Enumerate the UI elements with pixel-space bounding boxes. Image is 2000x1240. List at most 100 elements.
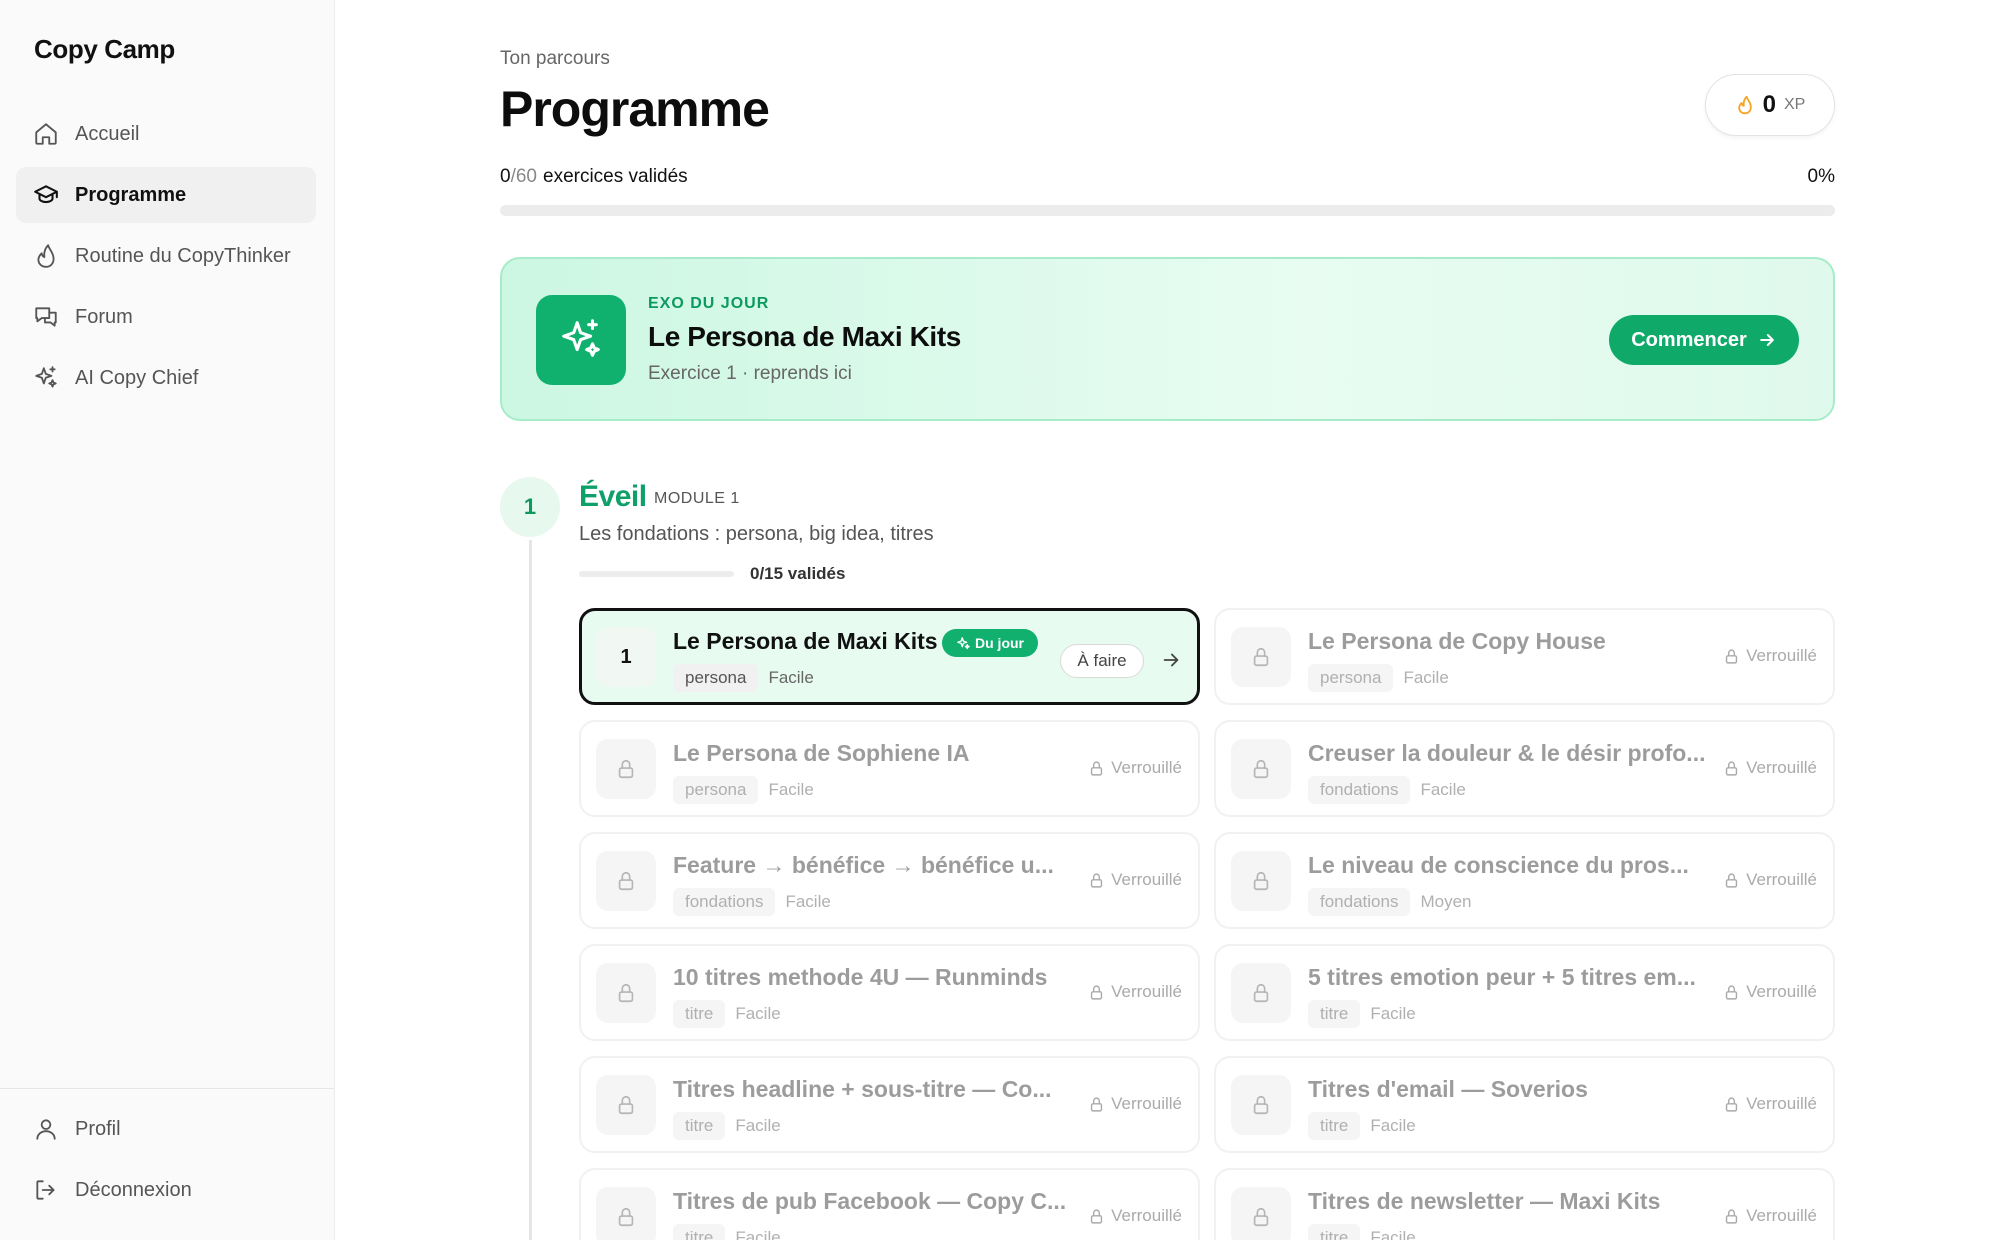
exercise-meta: titre Facile	[1308, 1112, 1416, 1140]
exercise-level: Facile	[1370, 1004, 1416, 1023]
exercise-tag: fondations	[1308, 776, 1411, 804]
daily-subtitle: Exercice 1 · reprends ici	[648, 363, 852, 384]
locked-status: Verrouillé	[1723, 1094, 1817, 1114]
sidebar-item-routine[interactable]: Routine du CopyThinker	[16, 228, 316, 284]
progress-percent: 0%	[1807, 166, 1835, 187]
daily-exercise-card[interactable]: EXO DU JOUR Le Persona de Maxi Kits Exer…	[500, 257, 1835, 421]
arrow-right-icon	[1759, 334, 1774, 346]
exercise-tag: persona	[673, 776, 759, 804]
exercise-title: Feature → bénéfice → bénéfice u...	[673, 852, 1054, 878]
lock-icon	[618, 983, 634, 1003]
sidebar-item-programme[interactable]: Programme	[16, 167, 316, 223]
lock-icon	[1090, 1096, 1103, 1112]
exercise-card: Le Persona de Sophiene IA persona Facile …	[579, 720, 1200, 817]
module-number: 1	[500, 477, 560, 537]
lock-icon	[618, 871, 634, 891]
module-count: 0/15 validés	[750, 564, 846, 583]
sidebar-item-label: Programme	[75, 183, 187, 206]
lock-icon	[1253, 871, 1269, 891]
sidebar-item-ai-copy-chief[interactable]: AI Copy Chief	[16, 350, 316, 406]
exercise-title: Le Persona de Maxi Kits	[673, 628, 938, 654]
exercise-level: Facile	[768, 780, 814, 799]
lock-tile	[596, 851, 656, 911]
exercise-tag: titre	[1308, 1112, 1361, 1140]
exercise-tag: titre	[1308, 1224, 1361, 1240]
lock-icon	[1725, 1208, 1738, 1224]
sidebar-item-label: AI Copy Chief	[75, 366, 199, 389]
lock-icon	[1253, 759, 1269, 779]
exercise-title: 5 titres emotion peur + 5 titres em...	[1308, 964, 1696, 990]
exercise-title: Titres d'email — Soverios	[1308, 1076, 1588, 1102]
chat-bubbles-icon	[35, 307, 57, 327]
brand-logo[interactable]: Copy Camp	[34, 34, 175, 65]
logout-icon	[36, 1180, 55, 1200]
exercise-grid: 1 Le Persona de Maxi Kits Du jour person…	[579, 608, 1835, 1240]
exercise-number: 1	[596, 627, 656, 687]
locked-status-label: Verrouillé	[1111, 982, 1182, 1001]
start-button[interactable]: Commencer	[1609, 315, 1799, 365]
locked-status-label: Verrouillé	[1746, 870, 1817, 889]
progress-done: 0	[500, 166, 511, 187]
lock-tile	[596, 1187, 656, 1240]
module-title: Éveil	[579, 480, 647, 513]
sidebar-item-accueil[interactable]: Accueil	[16, 106, 316, 162]
exercise-level: Facile	[735, 1116, 781, 1135]
exercise-card: Le Persona de Copy House persona Facile V…	[1214, 608, 1835, 705]
today-badge-label: Du jour	[975, 635, 1024, 651]
lock-icon	[1253, 647, 1269, 667]
exercise-meta: persona Facile	[673, 776, 814, 804]
lock-tile	[596, 1075, 656, 1135]
locked-status: Verrouillé	[1088, 870, 1182, 890]
lock-icon	[1725, 984, 1738, 1000]
sidebar-item-label: Routine du CopyThinker	[75, 244, 291, 267]
sidebar-item-profil[interactable]: Profil	[16, 1101, 318, 1157]
exercise-meta: persona Facile	[673, 664, 814, 692]
today-badge: Du jour	[942, 629, 1038, 657]
sidebar-footer: Profil Déconnexion	[0, 1088, 334, 1240]
page-title: Programme	[500, 81, 770, 137]
exercise-level: Facile	[735, 1228, 781, 1240]
user-icon	[36, 1119, 56, 1140]
sidebar-item-forum[interactable]: Forum	[16, 289, 316, 345]
module-tag: MODULE 1	[654, 490, 740, 507]
locked-status-label: Verrouillé	[1746, 982, 1817, 1001]
exercise-level: Facile	[1370, 1228, 1416, 1240]
exercise-title: Titres de newsletter — Maxi Kits	[1308, 1188, 1661, 1214]
sidebar-item-label: Forum	[75, 305, 133, 328]
sidebar: Copy Camp Accueil Programme Routine du C…	[0, 0, 335, 1240]
exercise-title: Titres de pub Facebook — Copy C...	[673, 1188, 1067, 1214]
lock-icon	[1725, 760, 1738, 776]
arrow-right-icon[interactable]	[1160, 649, 1182, 671]
exercise-card: 5 titres emotion peur + 5 titres em... t…	[1214, 944, 1835, 1041]
sidebar-item-deconnexion[interactable]: Déconnexion	[16, 1162, 318, 1218]
exercise-tag: titre	[673, 1000, 726, 1028]
exercise-tag: titre	[1308, 1000, 1361, 1028]
locked-status: Verrouillé	[1088, 982, 1182, 1002]
page-eyebrow: Ton parcours	[500, 48, 610, 69]
sparkles-icon	[562, 319, 600, 357]
exercise-level: Facile	[768, 668, 814, 687]
exercise-tag: fondations	[1308, 888, 1411, 916]
exercise-card: 10 titres methode 4U — Runminds titre Fac…	[579, 944, 1200, 1041]
exercise-card[interactable]: 1 Le Persona de Maxi Kits Du jour person…	[579, 608, 1200, 705]
lock-tile	[1231, 1075, 1291, 1135]
exercise-card: Feature → bénéfice → bénéfice u... fonda…	[579, 832, 1200, 929]
lock-tile	[596, 739, 656, 799]
locked-status-label: Verrouillé	[1746, 1206, 1817, 1225]
locked-status-label: Verrouillé	[1111, 870, 1182, 889]
locked-status: Verrouillé	[1723, 758, 1817, 778]
locked-status: Verrouillé	[1088, 758, 1182, 778]
locked-status-label: Verrouillé	[1111, 1206, 1182, 1225]
locked-status: Verrouillé	[1723, 646, 1817, 666]
exercise-meta: persona Facile	[1308, 664, 1449, 692]
exercise-title: 10 titres methode 4U — Runminds	[673, 964, 1048, 990]
exercise-meta: fondations Facile	[1308, 776, 1466, 804]
lock-tile	[1231, 739, 1291, 799]
lock-icon	[1090, 1208, 1103, 1224]
sparkles-icon	[957, 636, 970, 649]
lock-icon	[1725, 648, 1738, 664]
progress-total: /60	[510, 166, 537, 187]
exercise-meta: titre Facile	[673, 1112, 781, 1140]
locked-status-label: Verrouillé	[1746, 758, 1817, 777]
lock-icon	[1090, 984, 1103, 1000]
